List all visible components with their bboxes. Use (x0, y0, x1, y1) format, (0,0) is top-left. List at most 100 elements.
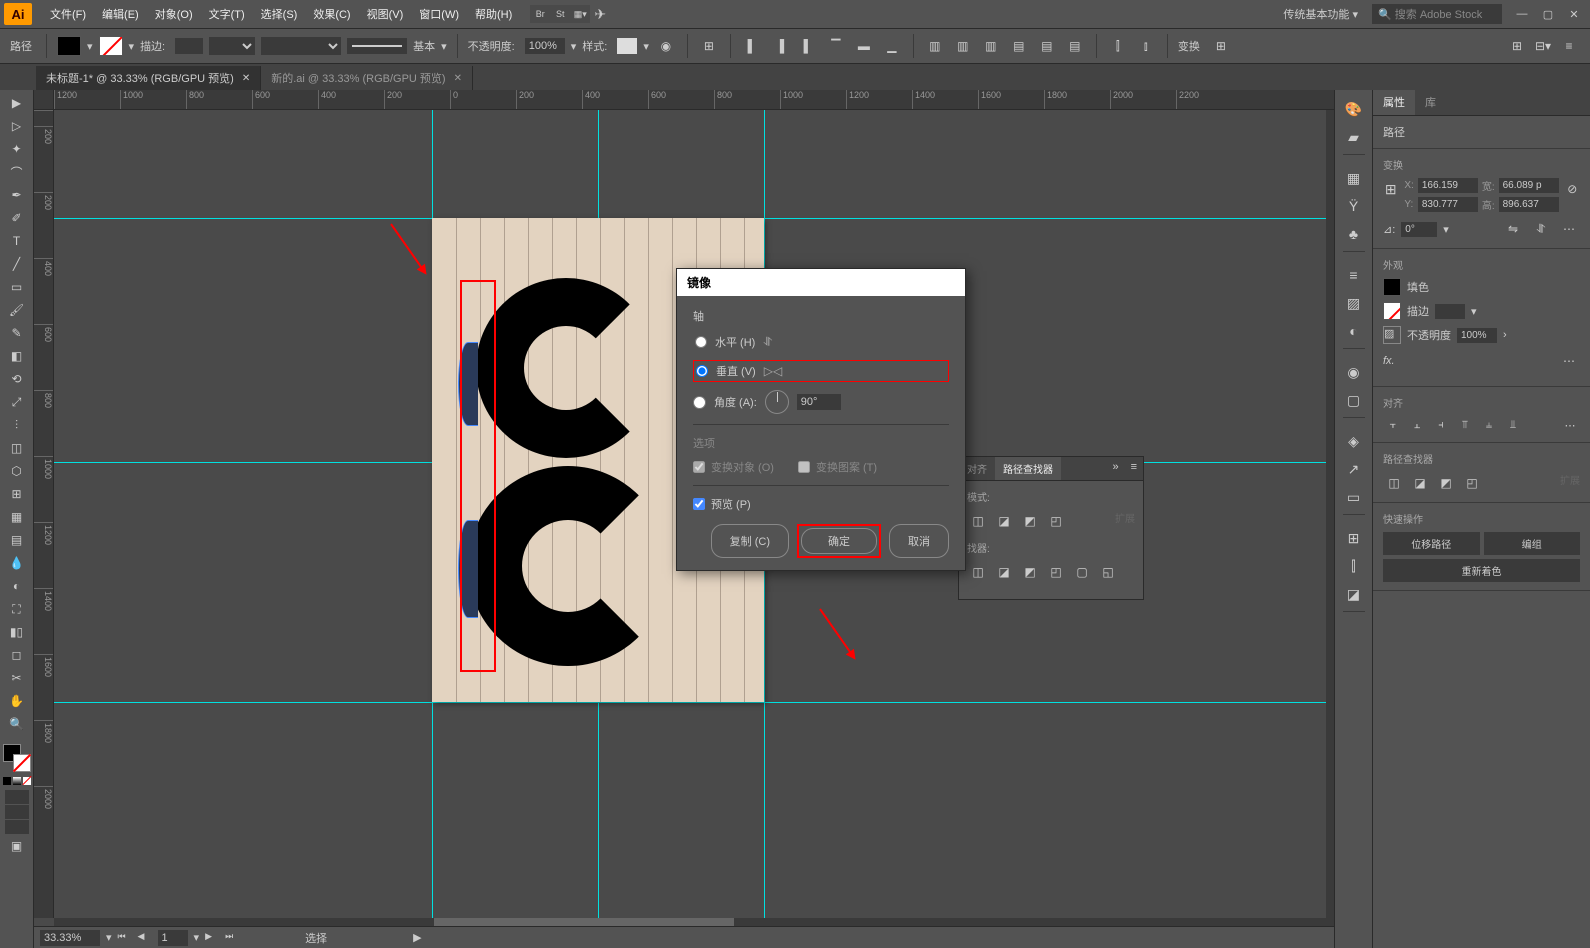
dock-asset-export-icon[interactable]: ↗ (1343, 458, 1365, 480)
horizontal-radio[interactable] (695, 336, 707, 348)
edit-mode-icon[interactable]: ⊟▾ (1532, 35, 1554, 57)
rotate-input[interactable] (1401, 222, 1437, 237)
tool-scale[interactable]: ⤢ (3, 391, 31, 413)
artboard-dropdown-icon[interactable]: ▾ (194, 931, 200, 944)
recolor-icon[interactable]: ◉ (655, 35, 677, 57)
rotate-dropdown-icon[interactable]: ▾ (1443, 223, 1449, 236)
stroke-style-dropdown[interactable] (209, 37, 255, 55)
dist-spacing-h-icon[interactable]: ⫾ (1135, 35, 1157, 57)
dock-color-guide-icon[interactable]: ▰ (1343, 126, 1365, 148)
more-transform-icon[interactable]: ⋯ (1558, 218, 1580, 240)
dock-align-icon[interactable]: ⫿ (1343, 555, 1365, 577)
height-input[interactable] (1499, 197, 1559, 212)
draw-normal[interactable] (5, 790, 29, 804)
cancel-button[interactable]: 取消 (889, 524, 949, 558)
tool-eraser[interactable]: ◧ (3, 345, 31, 367)
tool-magic-wand[interactable]: ✦ (3, 138, 31, 160)
ok-button[interactable]: 确定 (801, 528, 877, 554)
tool-color-swatches[interactable] (3, 744, 31, 772)
tool-lasso[interactable]: ⌒ (3, 161, 31, 183)
tool-selection[interactable]: ▶ (3, 92, 31, 114)
tool-type[interactable]: T (3, 230, 31, 252)
style-dropdown-icon[interactable]: ▾ (643, 40, 649, 53)
nav-prev-icon[interactable]: ◀ (138, 931, 152, 945)
pf-intersect-icon[interactable]: ◩ (1019, 510, 1041, 532)
tab-close-icon[interactable]: ✕ (242, 73, 250, 84)
stroke-dropdown-icon[interactable]: ▾ (1471, 305, 1477, 318)
pf-merge-icon[interactable]: ◩ (1019, 561, 1041, 583)
tool-curvature[interactable]: ✐ (3, 207, 31, 229)
scrollbar-vertical[interactable] (1326, 110, 1334, 918)
dock-swatches-icon[interactable]: ▦ (1343, 167, 1365, 189)
copy-button[interactable]: 复制 (C) (711, 524, 789, 558)
align-vcenter-icon[interactable]: ▬ (853, 35, 875, 57)
tool-gradient[interactable]: ▤ (3, 529, 31, 551)
tool-width[interactable]: ⫶ (3, 414, 31, 436)
opacity-icon[interactable]: ▨ (1383, 326, 1401, 344)
screen-mode[interactable]: ▣ (3, 835, 31, 857)
fill-color[interactable] (57, 36, 81, 56)
offset-path-button[interactable]: 位移路径 (1383, 532, 1480, 555)
align-selection-icon[interactable]: ⊞ (698, 35, 720, 57)
align-top-icon[interactable]: ▔ (825, 35, 847, 57)
draw-inside[interactable] (5, 820, 29, 834)
dist-left-icon[interactable]: ▥ (924, 35, 946, 57)
x-input[interactable] (1418, 178, 1478, 193)
opacity-dropdown-icon[interactable]: ▾ (571, 40, 577, 53)
tool-symbol-sprayer[interactable]: ⛶ (3, 598, 31, 620)
pf-minus-icon[interactable]: ◪ (993, 510, 1015, 532)
tool-hand[interactable]: ✋ (3, 690, 31, 712)
menu-view[interactable]: 视图(V) (359, 6, 412, 22)
pf-outline-icon[interactable]: ▢ (1071, 561, 1093, 583)
menu-type[interactable]: 文字(T) (201, 6, 253, 22)
dock-brushes-icon[interactable]: Ÿ (1343, 195, 1365, 217)
tab-properties[interactable]: 属性 (1373, 90, 1415, 115)
pf-exclude-icon[interactable]: ◰ (1461, 472, 1483, 494)
flip-v-icon[interactable]: ⥯ (1530, 218, 1552, 240)
scrollbar-horizontal[interactable] (54, 918, 1334, 926)
flip-h-icon[interactable]: ⇋ (1502, 218, 1524, 240)
dock-stroke-icon[interactable]: ≡ (1343, 264, 1365, 286)
pf-divide-icon[interactable]: ◫ (967, 561, 989, 583)
tool-eyedropper[interactable]: 💧 (3, 552, 31, 574)
document-tab-2[interactable]: 新的.ai @ 33.33% (RGB/GPU 预览) ✕ (261, 66, 473, 90)
tool-free-transform[interactable]: ◫ (3, 437, 31, 459)
dist-vcenter-icon[interactable]: ▤ (1036, 35, 1058, 57)
dock-color-icon[interactable]: 🎨 (1343, 98, 1365, 120)
menu-object[interactable]: 对象(O) (147, 6, 201, 22)
arrange-icon[interactable]: ▦▾ (570, 5, 590, 23)
align-bottom-icon[interactable]: ⫫ (1503, 416, 1523, 434)
opacity-input[interactable] (525, 38, 565, 54)
tool-rotate[interactable]: ⟲ (3, 368, 31, 390)
pf-trim-icon[interactable]: ◪ (993, 561, 1015, 583)
width-input[interactable] (1499, 178, 1559, 193)
ruler-vertical[interactable]: 200200400600800100012001400160018002000 (34, 110, 54, 918)
vertical-radio[interactable] (696, 365, 708, 377)
menu-edit[interactable]: 编辑(E) (94, 6, 147, 22)
zoom-dropdown-icon[interactable]: ▾ (106, 931, 112, 944)
pf-crop-icon[interactable]: ◰ (1045, 561, 1067, 583)
more-align-icon[interactable]: ⋯ (1560, 416, 1580, 434)
tool-artboard[interactable]: ◻ (3, 644, 31, 666)
nav-indicator-icon[interactable]: ▶ (413, 931, 421, 944)
draw-behind[interactable] (5, 805, 29, 819)
angle-input[interactable] (797, 394, 841, 410)
tool-perspective[interactable]: ⊞ (3, 483, 31, 505)
ruler-origin[interactable] (34, 90, 54, 110)
stroke-width-input[interactable] (175, 38, 203, 54)
stroke-dropdown-icon[interactable]: ▾ (129, 40, 135, 53)
pf-minusback-icon[interactable]: ◱ (1097, 561, 1119, 583)
menu-effect[interactable]: 效果(C) (305, 6, 358, 22)
fill-dropdown-icon[interactable]: ▾ (87, 40, 93, 53)
guide-horizontal[interactable] (54, 702, 1334, 703)
menu-select[interactable]: 选择(S) (253, 6, 306, 22)
tool-paintbrush[interactable]: 🖌 (3, 299, 31, 321)
y-input[interactable] (1418, 197, 1478, 212)
zoom-input[interactable] (40, 930, 100, 946)
color-mode-toggle[interactable] (3, 777, 31, 785)
dock-layers-icon[interactable]: ◈ (1343, 430, 1365, 452)
workspace-selector[interactable]: 传统基本功能 ▾ (1277, 4, 1364, 24)
pf-exclude-icon[interactable]: ◰ (1045, 510, 1067, 532)
recolor-button[interactable]: 重新着色 (1383, 559, 1580, 582)
menu-window[interactable]: 窗口(W) (411, 6, 467, 22)
